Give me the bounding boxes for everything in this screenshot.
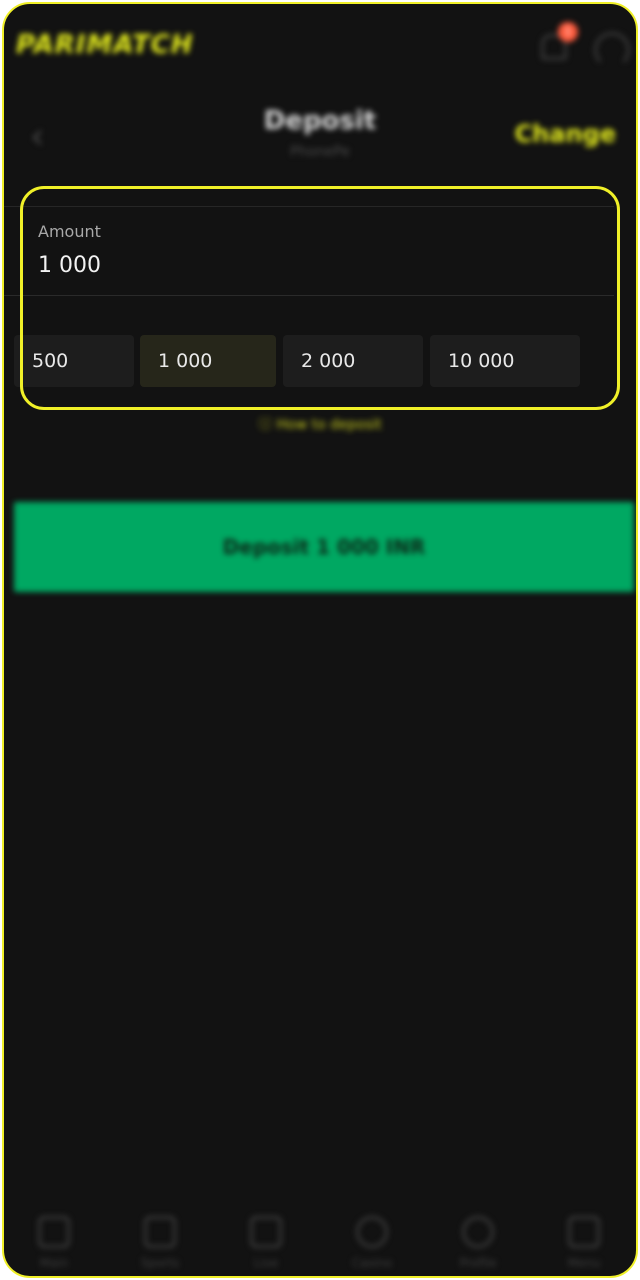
help-icon: ⓘ [258,417,277,433]
nav-item-casino[interactable]: Casino [322,1204,422,1276]
nav-label: Live [253,1256,279,1270]
quick-amount-chips: 500 1 000 2 000 10 000 [4,335,614,387]
amount-field[interactable]: Amount [4,207,614,296]
sports-icon [144,1216,176,1248]
how-to-deposit-label: How to deposit [276,417,382,433]
amount-label: Amount [38,222,101,241]
nav-label: Menu [567,1256,601,1270]
quick-amount-chip[interactable]: 500 [14,335,134,387]
support-icon[interactable] [594,32,630,68]
app-header: PARIMATCH 1 [4,4,636,84]
tv-icon [250,1216,282,1248]
how-to-deposit-link[interactable]: ⓘ How to deposit [4,414,636,434]
nav-label: Main [39,1256,69,1270]
phone-frame: PARIMATCH 1 ‹ Deposit PhonePe Change Amo… [2,2,638,1278]
deposit-button[interactable]: Deposit 1 000 INR [14,502,634,592]
nav-item-live[interactable]: Live [216,1204,316,1276]
brand-logo[interactable]: PARIMATCH [16,30,194,60]
amount-input[interactable] [38,253,438,278]
page-titlebar: ‹ Deposit PhonePe Change [4,100,636,170]
quick-amount-chip[interactable]: 2 000 [283,335,423,387]
nav-label: Profile [459,1256,497,1270]
nav-item-profile[interactable]: Profile [428,1204,528,1276]
quick-amount-chip-selected[interactable]: 1 000 [140,335,276,387]
user-icon [462,1216,494,1248]
menu-icon [568,1216,600,1248]
change-method-button[interactable]: Change [515,120,616,148]
casino-chip-icon [356,1216,388,1248]
nav-item-menu[interactable]: Menu [534,1204,634,1276]
amount-card: Amount 500 1 000 2 000 10 000 [4,206,614,403]
home-icon [38,1216,70,1248]
nav-label: Sports [140,1256,180,1270]
quick-amount-chip[interactable]: 10 000 [430,335,580,387]
nav-item-sports[interactable]: Sports [110,1204,210,1276]
notification-badge: 1 [558,22,578,42]
bottom-navigation: Main Sports Live Casino Profile Menu [4,1204,636,1276]
nav-label: Casino [351,1256,393,1270]
nav-item-main[interactable]: Main [4,1204,104,1276]
notification-bell-icon[interactable]: 1 [538,22,578,60]
